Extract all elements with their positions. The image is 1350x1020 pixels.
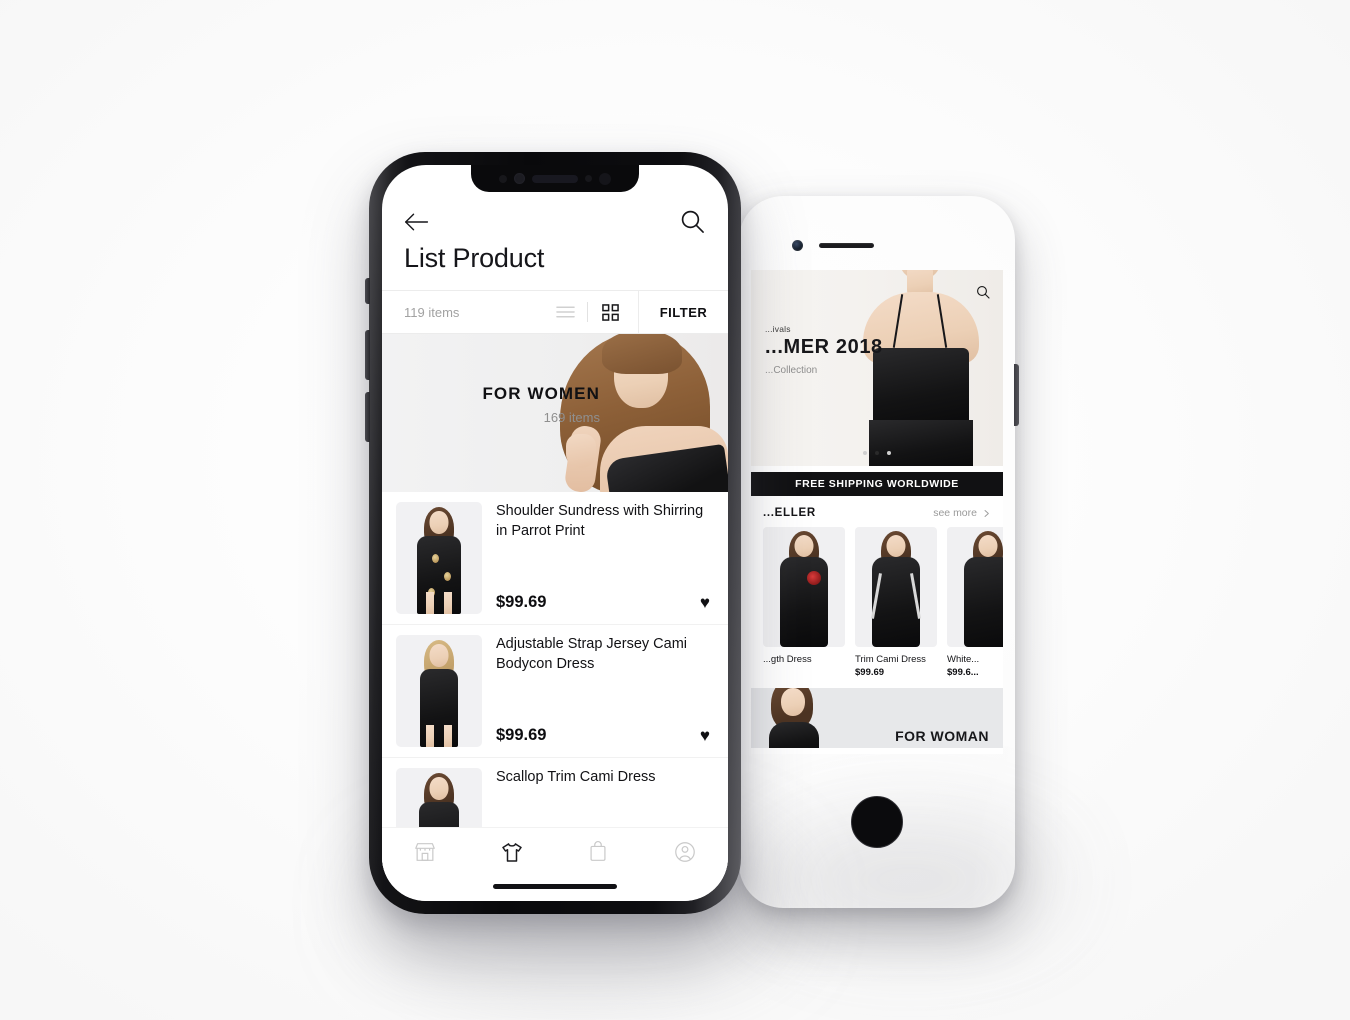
product-card-name: ...gth Dress [763, 654, 812, 665]
carousel-dot[interactable] [887, 451, 891, 455]
hero-carousel[interactable]: ...ivals ...MER 2018 ...Collection [751, 270, 1003, 466]
hero-title: ...MER 2018 [765, 336, 883, 358]
product-name: Shoulder Sundress with Shirring in Parro… [496, 503, 704, 539]
front-camera-icon [514, 173, 525, 184]
hero-text-block: ...ivals ...MER 2018 ...Collection [765, 324, 883, 376]
nav-item-store[interactable] [397, 840, 453, 864]
promo-strip: FREE SHIPPING WORLDWIDE [751, 472, 1003, 496]
store-icon [415, 843, 436, 861]
product-card-name: White... [947, 654, 980, 665]
filter-button[interactable]: FILTER [638, 291, 728, 333]
nav-item-profile[interactable] [657, 840, 713, 864]
product-info: Adjustable Strap Jersey Cami Bodycon Dre… [482, 635, 710, 747]
back-phone-device: ...ivals ...MER 2018 ...Collection FREE … [739, 196, 1019, 908]
product-price: $99.69 [496, 593, 547, 611]
product-card-price: $99.6... [947, 667, 979, 678]
see-more-button[interactable]: see more [933, 507, 991, 519]
category-banner[interactable]: FOR WOMEN 169 items [382, 334, 728, 492]
best-seller-section-header: ...ELLER see more [751, 496, 1003, 527]
list-toolbar: 119 items FILTER [382, 290, 728, 334]
product-price: $99.69 [496, 726, 547, 744]
category-banner-title: FOR WOMEN [482, 384, 600, 403]
category-banner-text: FOR WOMEN 169 items [482, 384, 600, 425]
nav-item-clothing[interactable] [484, 840, 540, 866]
tshirt-icon [502, 843, 522, 862]
proximity-sensor-icon [599, 172, 611, 185]
carousel-dot[interactable] [863, 451, 867, 455]
front-camera-icon [792, 240, 803, 251]
product-info: Shoulder Sundress with Shirring in Parro… [482, 502, 710, 614]
section-title: ...ELLER [763, 507, 816, 519]
front-phone-device: List Product 119 items FILTER FOR WOMEN … [365, 152, 741, 914]
bottom-banner-label: FOR WOMAN [895, 728, 989, 744]
shopping-bag-icon [590, 841, 606, 861]
product-footer: $99.69 ♥ [496, 726, 710, 747]
view-toggle-group[interactable] [543, 291, 638, 333]
home-indicator [493, 884, 617, 889]
back-button[interactable] [404, 212, 430, 237]
search-button[interactable] [679, 208, 706, 240]
banner-model-illustration [755, 688, 831, 748]
product-card[interactable]: ...gth Dress [763, 527, 845, 678]
earpiece-speaker [819, 243, 874, 248]
product-card-image [855, 527, 937, 647]
carousel-dots[interactable] [863, 451, 891, 455]
back-phone-screen: ...ivals ...MER 2018 ...Collection FREE … [751, 270, 1003, 754]
product-card-name: Trim Cami Dress [855, 654, 926, 665]
bottom-navigation-bar[interactable] [382, 827, 728, 901]
search-icon[interactable] [975, 284, 991, 305]
notch [471, 165, 639, 192]
earpiece-speaker [532, 174, 578, 183]
carousel-dot-active[interactable] [875, 451, 879, 455]
product-footer: $99.69 ♥ [496, 593, 710, 614]
nav-item-bag[interactable] [570, 840, 626, 864]
product-card[interactable]: Trim Cami Dress $99.69 [855, 527, 937, 678]
mockup-scene: ...ivals ...MER 2018 ...Collection FREE … [0, 0, 1350, 1020]
item-count: 119 items [404, 304, 460, 320]
category-banner-subtitle: 169 items [543, 410, 600, 425]
promo-strip-label: FREE SHIPPING WORLDWIDE [795, 478, 959, 490]
sensor-icon [585, 175, 592, 182]
hero-subtitle: ...Collection [765, 365, 818, 376]
home-button[interactable] [851, 796, 903, 848]
sensor-icon [499, 174, 507, 183]
front-phone-screen: List Product 119 items FILTER FOR WOMEN … [382, 165, 728, 901]
product-card[interactable]: White... $99.6... [947, 527, 1003, 678]
search-icon [681, 210, 704, 233]
volume-up-button[interactable] [365, 330, 370, 380]
hero-kicker: ...ivals [765, 324, 791, 334]
best-seller-card-row[interactable]: ...gth Dress Trim Cami Dress $99.69 Whit… [751, 527, 1003, 678]
arrow-left-icon [405, 213, 429, 230]
heart-icon[interactable]: ♥ [700, 727, 710, 744]
power-button[interactable] [1014, 364, 1019, 426]
product-card-image [763, 527, 845, 647]
chevron-right-icon [984, 509, 989, 517]
page-title: List Product [404, 243, 545, 273]
product-name: Adjustable Strap Jersey Cami Bodycon Dre… [496, 636, 687, 672]
product-card-image [947, 527, 1003, 647]
grid-view-icon[interactable] [588, 290, 632, 334]
product-list-item[interactable]: Adjustable Strap Jersey Cami Bodycon Dre… [382, 625, 728, 758]
mute-switch[interactable] [365, 278, 370, 304]
heart-icon[interactable]: ♥ [700, 594, 710, 611]
product-thumbnail [396, 635, 482, 747]
volume-down-button[interactable] [365, 392, 370, 442]
user-profile-icon [674, 842, 695, 862]
list-view-icon[interactable] [543, 290, 587, 334]
product-list-item[interactable]: Shoulder Sundress with Shirring in Parro… [382, 492, 728, 625]
product-name: Scallop Trim Cami Dress [496, 769, 656, 785]
product-card-price: $99.69 [855, 667, 885, 678]
product-thumbnail [396, 502, 482, 614]
bottom-category-banner[interactable]: FOR WOMAN [751, 688, 1003, 748]
see-more-label: see more [933, 507, 977, 519]
